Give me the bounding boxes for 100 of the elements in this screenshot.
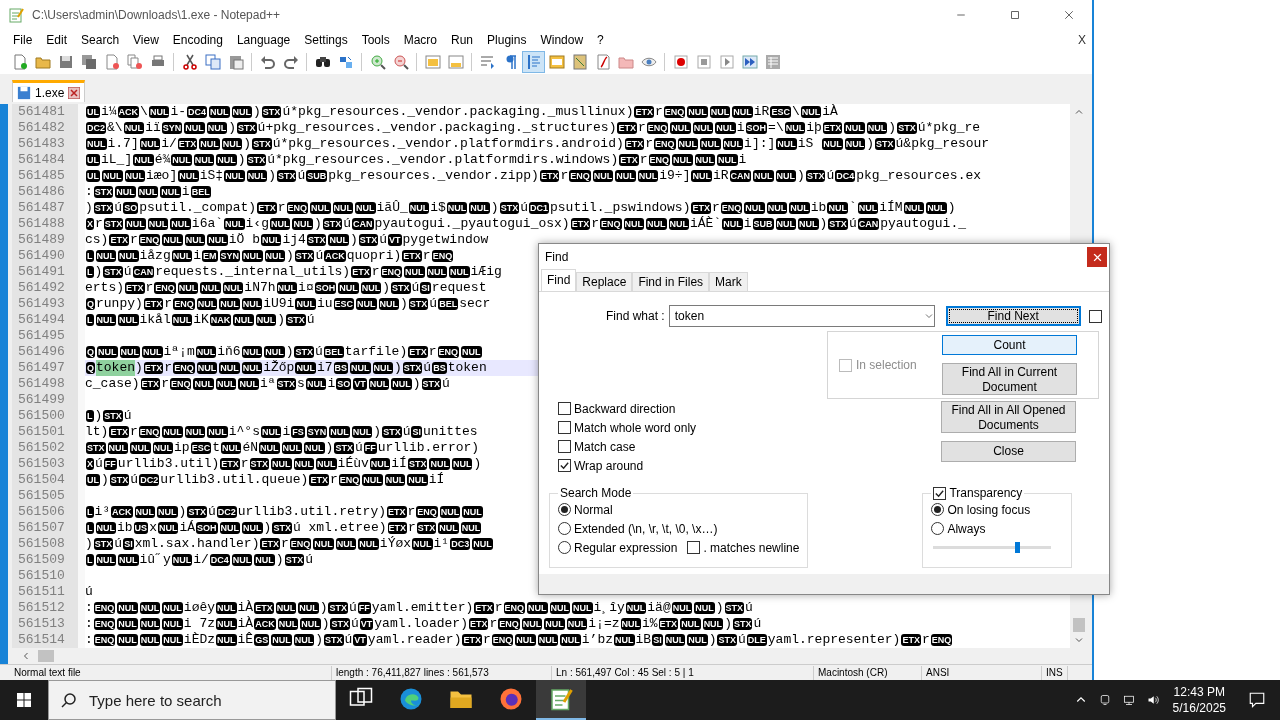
dialog-button[interactable]: Find All in All Opened Documents: [941, 401, 1076, 433]
control-char-badge: NUL: [313, 538, 334, 550]
dialog-tab[interactable]: Mark: [709, 272, 748, 291]
control-char-badge: NUL: [193, 154, 215, 166]
menu-item[interactable]: View: [126, 30, 166, 50]
scroll-thumb[interactable]: [38, 650, 54, 662]
control-char-badge: NUL: [147, 218, 169, 230]
menu-item[interactable]: File: [6, 30, 40, 50]
checkbox[interactable]: [933, 486, 947, 500]
close-button[interactable]: [1087, 247, 1107, 267]
control-char-badge: SI: [411, 426, 422, 438]
indent-guide-icon: [525, 54, 542, 70]
code-text: ip: [174, 440, 190, 456]
radio-button[interactable]: [931, 522, 945, 535]
checkbox-label: Wrap around: [574, 458, 644, 473]
checkbox[interactable]: [687, 541, 701, 554]
dialog-tab[interactable]: Replace: [576, 272, 633, 291]
checkbox[interactable]: [1088, 309, 1102, 323]
control-char-badge: ENQ: [93, 618, 116, 630]
control-char-badge: NUL: [866, 122, 888, 134]
menu-item[interactable]: ?: [590, 30, 611, 50]
menu-item[interactable]: Language: [229, 30, 298, 50]
control-char-badge: NUL: [241, 346, 263, 358]
notepad-app-button[interactable]: [536, 680, 586, 720]
control-char-badge: NUL: [694, 154, 716, 166]
control-char-badge: STX: [103, 410, 123, 422]
menu-item[interactable]: Edit: [39, 30, 75, 50]
control-char-badge: STX: [391, 282, 411, 294]
code-text: iÝøx: [379, 536, 412, 552]
control-char-badge: NUL: [775, 218, 797, 230]
indent-guide-button[interactable]: [522, 51, 545, 73]
radio-button[interactable]: [931, 503, 945, 516]
control-char-badge: ETX: [474, 602, 494, 614]
dialog-button[interactable]: Find All in Current Document: [942, 363, 1077, 395]
folder-workspace-icon: [617, 54, 634, 70]
code-text: ): [286, 248, 294, 264]
control-char-badge: SO: [123, 202, 139, 214]
code-text: ): [85, 200, 93, 216]
control-char-badge: NUL: [241, 362, 263, 374]
control-char-badge: NUL: [117, 618, 138, 630]
radio-button[interactable]: [558, 503, 571, 516]
edge-browser-icon: [399, 687, 423, 711]
menu-item[interactable]: Encoding: [165, 30, 230, 50]
control-char-badge: ACK: [111, 506, 133, 518]
control-char-badge: STX: [732, 618, 753, 630]
control-char-badge: NUL: [162, 618, 183, 630]
dialog-button[interactable]: Close: [941, 441, 1076, 462]
menu-item[interactable]: Run: [444, 30, 481, 50]
control-char-badge: NUL: [702, 618, 724, 630]
control-char-badge: SYN: [219, 250, 241, 262]
checkbox[interactable]: [558, 440, 571, 453]
menu-item[interactable]: Macro: [396, 30, 444, 50]
control-char-badge: SUB: [306, 170, 328, 182]
dialog-button[interactable]: Count: [942, 335, 1077, 355]
radio-button[interactable]: [558, 522, 571, 535]
menu-item[interactable]: Window: [533, 30, 591, 50]
document-tab[interactable]: 1.exe: [12, 80, 86, 102]
control-char-badge: NUL: [255, 314, 277, 326]
find-what-combo[interactable]: token: [668, 305, 935, 327]
taskbar-search-box[interactable]: Type here to search: [48, 680, 336, 720]
control-char-badge: NUL: [646, 218, 667, 230]
find-next-button[interactable]: Find Next: [945, 306, 1081, 326]
find-what-input[interactable]: token: [674, 309, 924, 323]
menu-item[interactable]: Settings: [297, 30, 355, 50]
control-char-badge: NUL: [162, 426, 183, 438]
control-char-badge: NUL: [351, 426, 373, 438]
menu-item[interactable]: Search: [74, 30, 127, 50]
code-text: urllib3.util.queue): [160, 472, 309, 488]
control-char-badge: NUL: [233, 314, 254, 326]
checkbox[interactable]: [558, 421, 571, 434]
code-text: =\: [768, 120, 784, 136]
menu-item[interactable]: Tools: [354, 30, 397, 50]
control-char-badge: NUL: [275, 602, 297, 614]
dialog-tab[interactable]: Find: [541, 269, 577, 291]
control-char-badge: NUL: [615, 170, 636, 182]
code-text: iÀ: [237, 600, 254, 616]
code-text: ú: [297, 168, 306, 184]
control-char-badge: NUL: [119, 346, 140, 358]
line-number: 561483: [18, 136, 66, 152]
code-text: yaml.loader): [374, 616, 468, 632]
slider-thumb[interactable]: [1015, 542, 1021, 553]
menu-item[interactable]: Plugins: [480, 30, 534, 50]
code-text: urllib3.util): [117, 456, 220, 472]
dialog-tab[interactable]: Find in Files: [632, 272, 710, 291]
checkbox[interactable]: [558, 459, 571, 472]
control-char-badge: NUL: [687, 634, 708, 646]
radio-button[interactable]: [558, 541, 571, 554]
control-char-badge: STX: [103, 218, 124, 230]
close-document-button[interactable]: X: [1072, 33, 1092, 47]
code-text: ú: [848, 216, 857, 232]
control-char-badge: NUL: [171, 554, 193, 566]
control-char-badge: NUL: [753, 170, 774, 182]
control-char-badge: STX: [237, 122, 257, 134]
checkbox[interactable]: [558, 402, 571, 415]
search-input[interactable]: Type here to search: [87, 690, 317, 710]
clipboard-icon: [227, 54, 244, 70]
close-icon: [1063, 9, 1075, 21]
control-char-badge: STX: [276, 170, 297, 182]
code-text: s: [297, 376, 305, 392]
scroll-thumb[interactable]: [1073, 618, 1085, 632]
